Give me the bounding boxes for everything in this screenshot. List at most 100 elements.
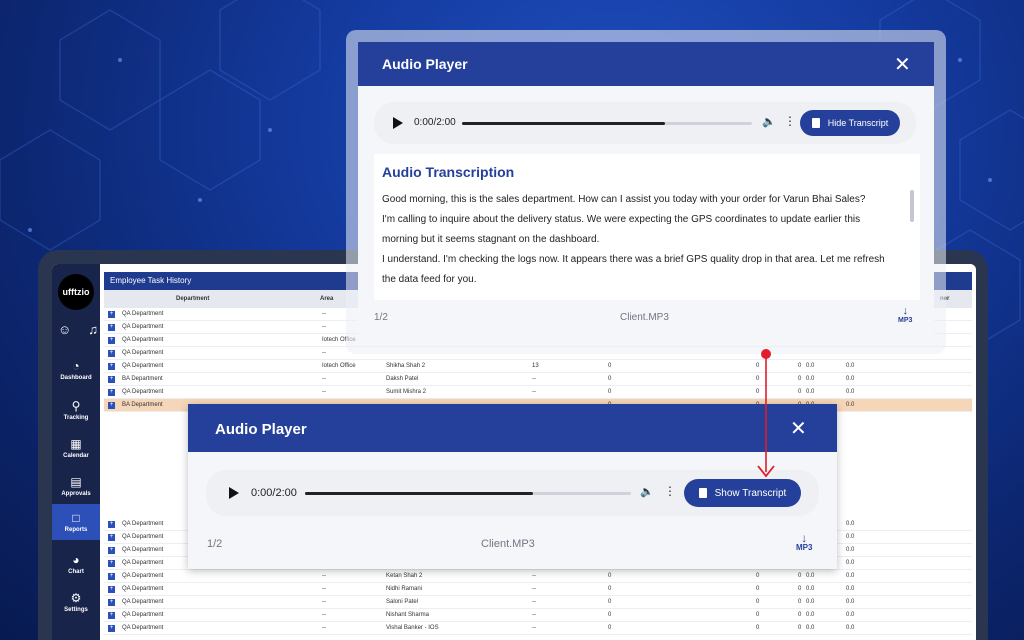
- report-icon: □: [72, 510, 80, 525]
- sidebar-item-tracking[interactable]: ⚲ Tracking: [52, 392, 100, 428]
- table-row[interactable]: + QA Department -- Ketan Shah 2 -- 0 0 0 0.0 0.0: [104, 570, 972, 583]
- table-cell: 0.0: [806, 586, 815, 592]
- clipboard-icon: ▤: [70, 474, 82, 489]
- table-cell: QA Department: [122, 612, 164, 618]
- expand-row-icon[interactable]: +: [108, 573, 115, 580]
- table-cell: QA Department: [122, 573, 164, 579]
- download-mp3-button[interactable]: ↓ MP3: [898, 306, 912, 325]
- transcription-title: Audio Transcription: [382, 164, 515, 180]
- table-cell: 0: [756, 389, 760, 395]
- table-row[interactable]: + QA Department Iotech Office Shikha Shah 2…: [104, 360, 972, 373]
- table-cell: 0: [798, 389, 802, 395]
- table-cell: 0.0: [846, 599, 855, 605]
- table-cell: 0.0: [806, 612, 815, 618]
- audio-player-modal-top: Audio Player ✕ 0:00/2:00 🔈 ⋮ Hide Transc…: [358, 42, 934, 342]
- expand-row-icon[interactable]: +: [108, 324, 115, 331]
- table-row[interactable]: + QA Department -- Vishal Banker - IOS -- 0 0 0…: [104, 622, 972, 635]
- table-row[interactable]: + QA Department -- Sumit Mishra 2 -- 0 0 0 0.0 0.…: [104, 386, 972, 399]
- download-mp3-button[interactable]: ↓ MP3: [796, 532, 812, 552]
- table-row[interactable]: + BA Department -- Daksh Patel -- 0 0 0 0.0 0.0: [104, 373, 972, 386]
- expand-row-icon[interactable]: +: [108, 599, 115, 606]
- table-cell: Ketan Shah 2: [386, 573, 423, 579]
- close-icon[interactable]: ✕: [790, 416, 807, 441]
- modal-body: 0:00/2:00 🔈 ⋮ Show Transcript 1/2 Client…: [188, 452, 837, 569]
- table-cell: --: [532, 573, 536, 579]
- bell-icon[interactable]: ♫: [88, 322, 98, 337]
- expand-row-icon[interactable]: +: [108, 376, 115, 383]
- table-cell: BA Department: [122, 402, 163, 408]
- table-cell: 0: [756, 625, 760, 631]
- modal-title: Audio Player: [215, 421, 307, 438]
- seek-bar-progress: [305, 492, 534, 495]
- play-icon[interactable]: [392, 117, 404, 129]
- expand-row-icon[interactable]: +: [108, 612, 115, 619]
- table-cell: --: [322, 376, 326, 382]
- table-cell: 0.0: [806, 389, 815, 395]
- audio-player-modal-bottom: Audio Player ✕ 0:00/2:00 🔈 ⋮ Show Transc…: [188, 404, 837, 569]
- table-cell: 0.0: [846, 389, 855, 395]
- seek-bar[interactable]: [462, 122, 752, 125]
- volume-icon[interactable]: 🔈: [640, 485, 654, 498]
- table-row[interactable]: + QA Department -- Nidhi Ramani -- 0 0 0 0.0 0.0: [104, 583, 972, 596]
- sidebar-item-chart[interactable]: ◕ Chart: [52, 546, 100, 582]
- table-cell: Sumit Mishra 2: [386, 389, 427, 395]
- table-cell: QA Department: [122, 337, 164, 343]
- transcript-line: the data feed for you.: [382, 274, 477, 285]
- file-name: Client.MP3: [481, 538, 535, 550]
- expand-row-icon[interactable]: +: [108, 350, 115, 357]
- table-cell: 0: [798, 376, 802, 382]
- table-cell: Vishal Banker - IOS: [386, 625, 439, 631]
- table-cell: --: [532, 599, 536, 605]
- table-cell: 0: [608, 599, 612, 605]
- sidebar-item-approvals[interactable]: ▤ Approvals: [52, 468, 100, 504]
- play-icon[interactable]: [228, 487, 240, 499]
- table-cell: QA Department: [122, 324, 164, 330]
- show-transcript-button[interactable]: Show Transcript: [684, 479, 801, 507]
- table-cell: 0.0: [806, 376, 815, 382]
- table-cell: BA Department: [122, 376, 163, 382]
- expand-row-icon[interactable]: +: [108, 311, 115, 318]
- table-row[interactable]: + QA Department -- Nishant Sharma -- 0 0 0 0.0 0.…: [104, 609, 972, 622]
- sidebar-item-settings[interactable]: ⚙ Settings: [52, 584, 100, 620]
- more-options-icon[interactable]: ⋮: [664, 484, 676, 498]
- table-cell: 0.0: [846, 573, 855, 579]
- table-cell: 0: [608, 586, 612, 592]
- expand-row-icon[interactable]: +: [108, 363, 115, 370]
- table-cell: --: [322, 324, 326, 330]
- more-options-icon[interactable]: ⋮: [784, 114, 796, 128]
- table-cell: --: [322, 350, 326, 356]
- location-pin-icon: ⚲: [71, 398, 81, 413]
- sidebar-item-dashboard[interactable]: ◔ Dashboard: [52, 352, 100, 388]
- transcript-scrollbar[interactable]: [910, 190, 914, 222]
- table-cell: 0: [608, 625, 612, 631]
- expand-row-icon[interactable]: +: [108, 625, 115, 632]
- sidebar-item-reports[interactable]: □ Reports: [52, 504, 100, 540]
- expand-row-icon[interactable]: +: [108, 534, 115, 541]
- expand-row-icon[interactable]: +: [108, 389, 115, 396]
- app-logo[interactable]: ufftzio: [58, 274, 94, 310]
- table-row[interactable]: + QA Department -- Saloni Patel -- 0 0 0 0.0 0.0: [104, 596, 972, 609]
- col-department[interactable]: Department: [176, 296, 209, 302]
- volume-icon[interactable]: 🔈: [762, 115, 776, 128]
- user-icon[interactable]: ☺: [58, 322, 71, 337]
- expand-row-icon[interactable]: +: [108, 560, 115, 567]
- table-cell: 0: [798, 625, 802, 631]
- expand-row-icon[interactable]: +: [108, 586, 115, 593]
- expand-row-icon[interactable]: +: [108, 402, 115, 409]
- expand-row-icon[interactable]: +: [108, 337, 115, 344]
- close-icon[interactable]: ✕: [894, 52, 911, 77]
- expand-row-icon[interactable]: +: [108, 521, 115, 528]
- table-cell: QA Department: [122, 311, 164, 317]
- table-cell: 0: [756, 599, 760, 605]
- hide-transcript-button[interactable]: Hide Transcript: [800, 110, 900, 136]
- audio-controls: 0:00/2:00 🔈 ⋮ Show Transcript: [206, 470, 819, 516]
- page-indicator: 1/2: [207, 538, 223, 550]
- seek-bar[interactable]: [305, 492, 631, 495]
- table-cell: QA Department: [122, 389, 164, 395]
- sidebar-item-calendar[interactable]: ▦ Calendar: [52, 430, 100, 466]
- table-cell: 0.0: [846, 586, 855, 592]
- col-area[interactable]: Area: [320, 296, 333, 302]
- table-cell: QA Department: [122, 625, 164, 631]
- expand-row-icon[interactable]: +: [108, 547, 115, 554]
- table-cell: 0: [756, 612, 760, 618]
